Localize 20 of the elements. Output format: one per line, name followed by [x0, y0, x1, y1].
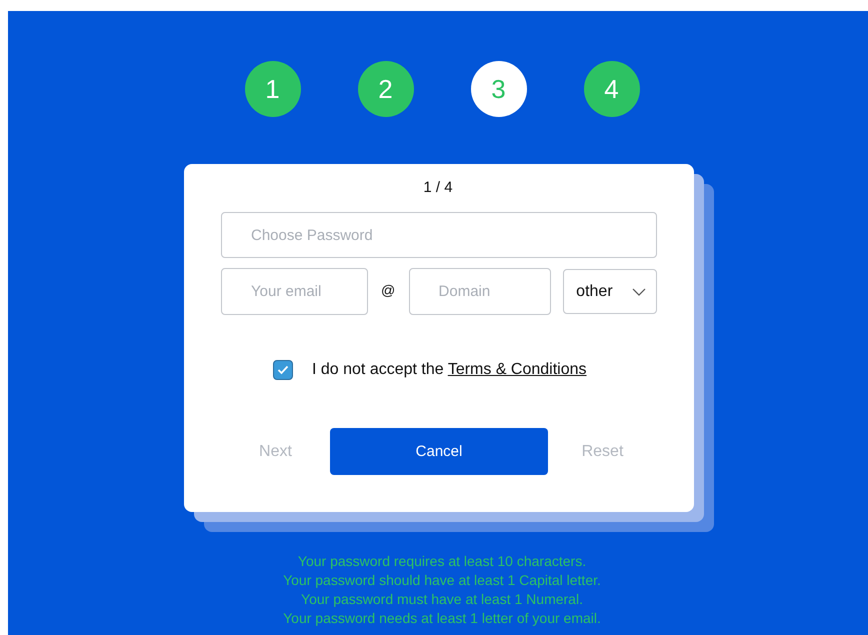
email-field[interactable]: Your email — [221, 268, 368, 315]
step-circle[interactable]: 2 — [358, 61, 414, 117]
step-circle[interactable]: 3 — [470, 61, 526, 117]
step-circle[interactable]: 4 — [584, 61, 640, 117]
terms-link[interactable]: Terms & Conditions — [448, 361, 587, 378]
checkbox[interactable] — [273, 360, 293, 380]
password-hint: Your password must have at least 1 Numeral. — [301, 590, 583, 609]
terms-label: I do not accept the Terms & Conditions — [312, 361, 587, 379]
password-hint: Your password should have at least 1 Capital letter. — [283, 571, 601, 590]
page-counter: 1 / 4 — [423, 178, 454, 198]
step-circle[interactable]: 1 — [244, 61, 300, 117]
domain-select[interactable]: other — [563, 269, 657, 314]
chevron-down-icon — [632, 288, 646, 296]
password-hint: Your password requires at least 10 characters. — [298, 552, 586, 571]
primary-button[interactable]: Cancel — [330, 428, 548, 475]
password-hint: Your password needs at least 1 letter of your email. — [283, 609, 601, 628]
domain-field[interactable]: Domain — [408, 268, 552, 315]
check-icon — [277, 365, 289, 375]
at-sign: @ — [380, 282, 396, 298]
password-field[interactable]: Choose Password — [221, 212, 657, 258]
